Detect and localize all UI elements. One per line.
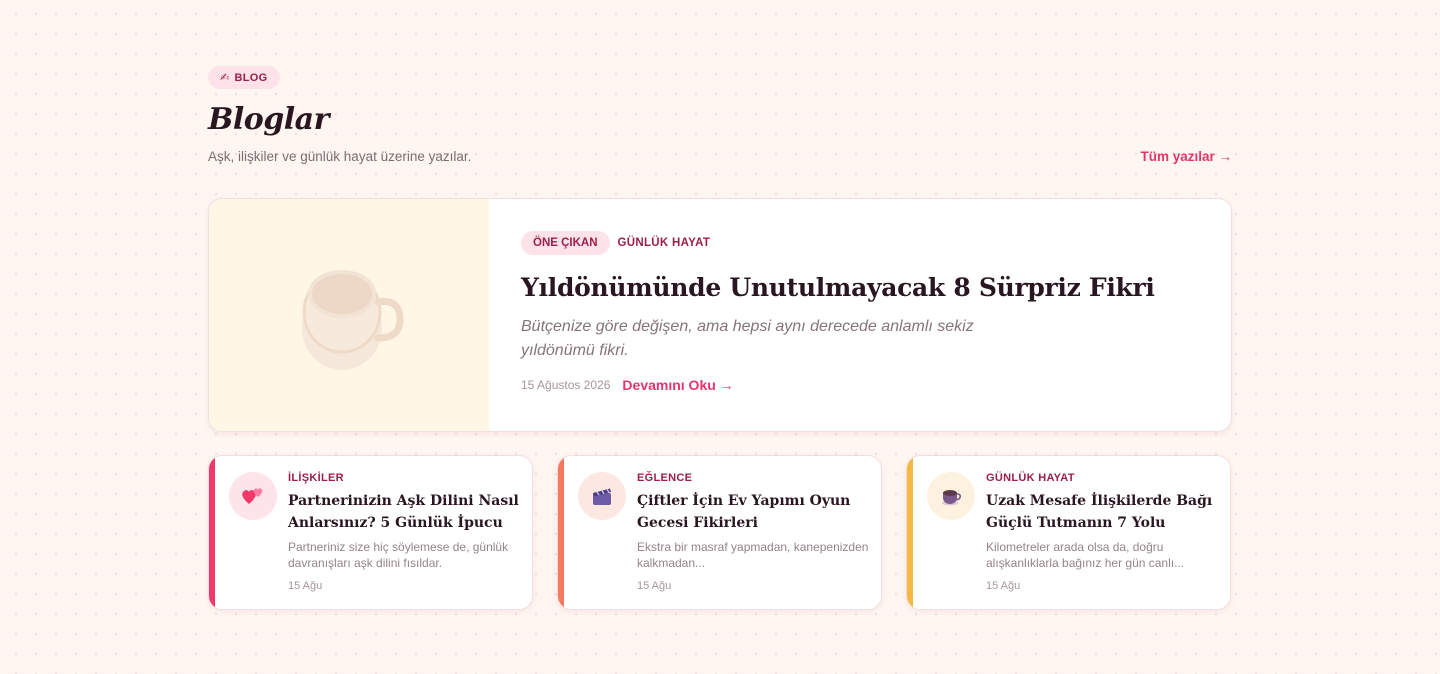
card-thumbnail <box>578 472 626 520</box>
coffee-cup-icon <box>302 270 404 370</box>
blog-badge: ✍ BLOG <box>208 66 280 89</box>
card-date: 15 Ağu <box>288 580 323 592</box>
card-category: EĞLENCE <box>637 472 693 484</box>
card-date: 15 Ağu <box>986 580 1021 592</box>
all-posts-link[interactable]: Tüm yazılar → <box>1140 149 1232 164</box>
featured-tag: ÖNE ÇIKAN <box>521 231 610 255</box>
card-title[interactable]: Çiftler İçin Ev Yapımı Oyun Gecesi Fikir… <box>637 490 869 534</box>
post-card[interactable]: GÜNLÜK HAYAT Uzak Mesafe İlişkilerde Bağ… <box>906 455 1231 610</box>
page-subtitle: Aşk, ilişkiler ve günlük hayat üzerine y… <box>208 149 472 164</box>
card-thumbnail <box>229 472 277 520</box>
card-excerpt: Partneriniz size hiç söylemese de, günlü… <box>288 540 509 570</box>
blog-section: ✍ BLOG Bloglar Aşk, ilişkiler ve günlük … <box>208 66 1232 610</box>
blog-badge-label: BLOG <box>234 71 268 84</box>
card-title[interactable]: Partnerinizin Aşk Dilini Nasıl Anlarsını… <box>288 490 520 534</box>
post-card[interactable]: İLİŞKİLER Partnerinizin Aşk Dilini Nasıl… <box>208 455 533 610</box>
card-title[interactable]: Uzak Mesafe İlişkilerde Bağı Güçlü Tutma… <box>986 490 1218 534</box>
card-accent-bar <box>907 456 913 609</box>
featured-post-excerpt: Bütçenize göre değişen, ama hepsi aynı d… <box>521 318 974 359</box>
card-excerpt: Ekstra bir masraf yapmadan, kanepenizden… <box>637 540 869 570</box>
card-excerpt: Kilometreler arada olsa da, doğru alışka… <box>986 540 1185 570</box>
writing-hand-icon: ✍ <box>220 72 230 84</box>
card-category: GÜNLÜK HAYAT <box>986 472 1075 484</box>
featured-post-card[interactable]: ÖNE ÇIKAN GÜNLÜK HAYAT Yıldönümünde Unut… <box>208 198 1232 432</box>
coffee-cup-icon <box>942 490 961 506</box>
featured-post-date: 15 Ağustos 2026 <box>521 378 611 392</box>
card-category: İLİŞKİLER <box>288 472 344 484</box>
card-date: 15 Ağu <box>637 580 672 592</box>
page-title: Bloglar <box>208 102 329 137</box>
clapperboard-icon <box>593 488 611 505</box>
post-card[interactable]: EĞLENCE Çiftler İçin Ev Yapımı Oyun Gece… <box>557 455 882 610</box>
card-accent-bar <box>209 456 215 609</box>
read-more-link[interactable]: Devamını Oku → <box>622 377 733 393</box>
featured-post-title[interactable]: Yıldönümünde Unutulmayacak 8 Sürpriz Fik… <box>521 271 1155 305</box>
two-hearts-icon <box>242 488 263 504</box>
post-card-list: İLİŞKİLER Partnerinizin Aşk Dilini Nasıl… <box>208 455 1232 610</box>
card-thumbnail <box>927 472 975 520</box>
featured-category: GÜNLÜK HAYAT <box>617 237 711 249</box>
featured-post-image <box>209 199 489 431</box>
card-accent-bar <box>558 456 564 609</box>
